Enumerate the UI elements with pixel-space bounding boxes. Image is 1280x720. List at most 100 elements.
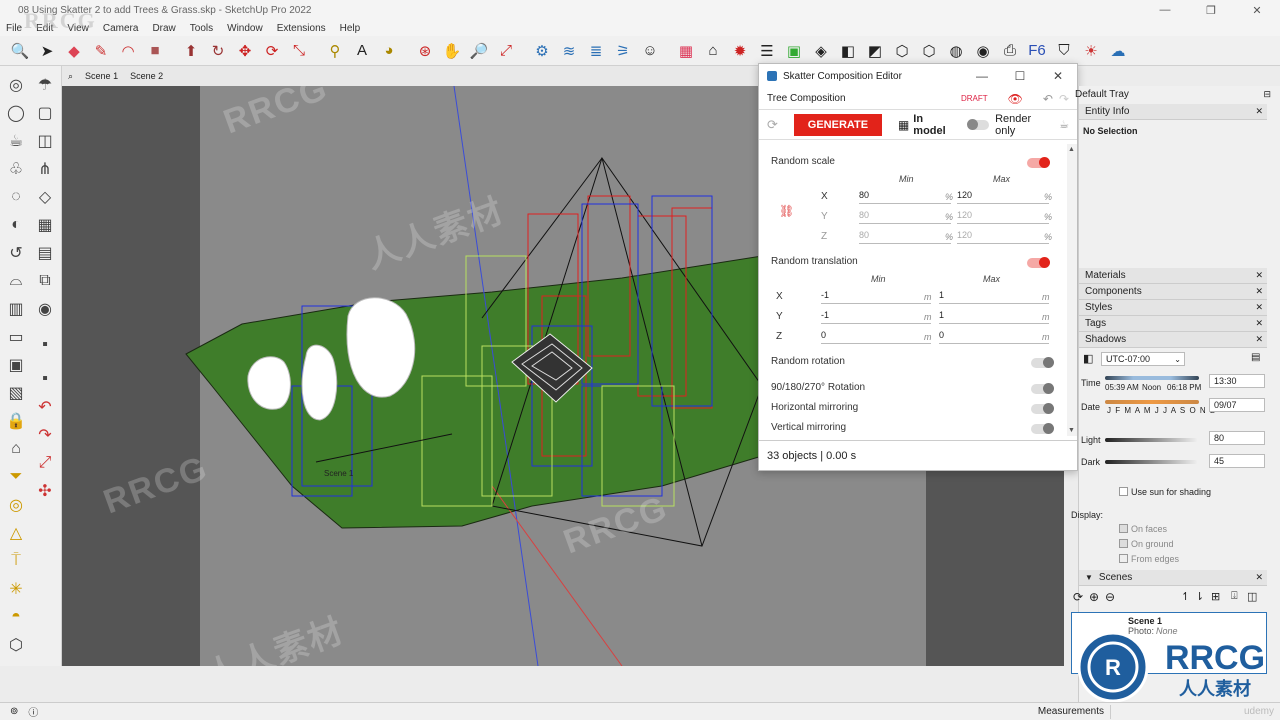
tape-measure-icon[interactable]: ⚲ bbox=[323, 39, 347, 63]
scale-y-min-field[interactable]: 80 bbox=[859, 210, 951, 224]
tree-icon[interactable]: ♧ bbox=[3, 156, 29, 182]
cone-icon[interactable]: △ bbox=[3, 520, 29, 546]
refresh-icon[interactable]: ↺ bbox=[3, 240, 29, 266]
translation-z-min-field[interactable]: 0 bbox=[821, 330, 931, 344]
tag-icon[interactable]: ◇ bbox=[32, 184, 58, 210]
paint-bucket-icon[interactable]: ◕ bbox=[377, 39, 401, 63]
zoom-extents-icon[interactable]: ⤢ bbox=[494, 39, 518, 63]
cube-icon[interactable]: ◫ bbox=[32, 128, 58, 154]
restore-button[interactable]: ❐ bbox=[1188, 4, 1234, 17]
time-slider[interactable] bbox=[1105, 376, 1199, 380]
menu-file[interactable]: File bbox=[6, 23, 22, 34]
grid-icon[interactable]: ▦ bbox=[32, 212, 58, 238]
pin-icon[interactable]: ⊟ bbox=[1263, 89, 1271, 100]
torus-icon[interactable]: ◌ bbox=[3, 184, 29, 210]
house-icon[interactable]: ⌂ bbox=[3, 436, 29, 462]
redo-arrow-icon[interactable]: ↷ bbox=[32, 422, 58, 448]
skatter-library-icon[interactable]: ≋ bbox=[557, 39, 581, 63]
warehouse-icon[interactable]: ⌂ bbox=[701, 39, 725, 63]
lamp-icon[interactable]: ⍑ bbox=[3, 548, 29, 574]
generate-button[interactable]: GENERATE bbox=[793, 113, 882, 136]
zoom-icon[interactable]: 🔎 bbox=[467, 39, 491, 63]
image-icon[interactable]: ▧ bbox=[3, 380, 29, 406]
component-icon[interactable]: ◈ bbox=[809, 39, 833, 63]
gem-icon[interactable]: ⬡ bbox=[3, 632, 29, 658]
group-icon[interactable]: ◧ bbox=[836, 39, 860, 63]
close-icon[interactable]: ✕ bbox=[1255, 572, 1263, 583]
search-icon[interactable]: ⌕ bbox=[62, 71, 79, 82]
color-picker-icon[interactable]: ▦ bbox=[674, 39, 698, 63]
tab-scene-1[interactable]: Scene 1 bbox=[79, 71, 124, 81]
translation-z-max-field[interactable]: 0 bbox=[939, 330, 1049, 344]
light-field[interactable]: 80 bbox=[1209, 431, 1265, 445]
update-scene-icon[interactable]: ⟳ bbox=[1073, 590, 1083, 604]
wireframe-icon[interactable]: ◍ bbox=[944, 39, 968, 63]
extension-icon[interactable]: ▣ bbox=[782, 39, 806, 63]
menu-camera[interactable]: Camera bbox=[103, 23, 139, 34]
funnel-icon[interactable]: ⏷ bbox=[3, 464, 29, 490]
scale-x-max-field[interactable]: 120 bbox=[957, 190, 1049, 204]
close-icon[interactable]: ✕ bbox=[1255, 286, 1263, 297]
gear-icon[interactable]: ✹ bbox=[728, 39, 752, 63]
use-sun-checkbox[interactable] bbox=[1119, 487, 1128, 496]
text-icon[interactable]: A bbox=[350, 39, 374, 63]
entity-info-header[interactable]: Entity Info ✕ bbox=[1079, 104, 1267, 120]
menu-help[interactable]: Help bbox=[340, 23, 361, 34]
geo-icon[interactable]: ⊚ bbox=[10, 706, 18, 717]
panel-icon[interactable]: ▭ bbox=[3, 324, 29, 350]
lasso-icon[interactable]: ◎ bbox=[3, 72, 29, 98]
shaded-icon[interactable]: ◉ bbox=[971, 39, 995, 63]
skatter-settings-icon[interactable]: ⚞ bbox=[611, 39, 635, 63]
minimize-icon[interactable]: — bbox=[963, 69, 1001, 83]
sphere-icon[interactable]: ◐ bbox=[3, 212, 29, 238]
move-up-icon[interactable]: ↿ bbox=[1181, 590, 1190, 603]
details-icon[interactable]: ⍗ bbox=[1231, 590, 1238, 603]
close-icon[interactable]: ✕ bbox=[1255, 318, 1263, 329]
sun-icon[interactable]: ☀ bbox=[1079, 39, 1103, 63]
render-only-label[interactable]: Render only bbox=[995, 113, 1053, 137]
add-scene-icon[interactable]: ⊕ bbox=[1089, 590, 1099, 604]
box-icon[interactable]: ▢ bbox=[32, 100, 58, 126]
pan-icon[interactable]: ✋ bbox=[440, 39, 464, 63]
outliner-icon[interactable]: ☰ bbox=[755, 39, 779, 63]
shield-icon[interactable]: ⛉ bbox=[1052, 39, 1076, 63]
info-icon[interactable]: ⓘ bbox=[28, 704, 38, 719]
scale-x-min-field[interactable]: 80 bbox=[859, 190, 951, 204]
shadows-header[interactable]: Shadows ✕ bbox=[1079, 332, 1267, 348]
scenes-header[interactable]: ▼ Scenes ✕ bbox=[1079, 570, 1267, 586]
iso-view-icon[interactable]: ⬡ bbox=[890, 39, 914, 63]
lock-icon[interactable]: 🔒 bbox=[3, 408, 29, 434]
link-icon[interactable]: ⛓ bbox=[779, 204, 794, 218]
date-slider[interactable] bbox=[1105, 400, 1199, 404]
layers-icon[interactable]: ▥ bbox=[3, 296, 29, 322]
terrain-icon[interactable]: ⌓ bbox=[3, 268, 29, 294]
compress-icon[interactable]: ✣ bbox=[32, 478, 58, 504]
scale-y-max-field[interactable]: 120 bbox=[957, 210, 1049, 224]
horizontal-mirroring-toggle[interactable] bbox=[1031, 403, 1054, 414]
components-header[interactable]: Components ✕ bbox=[1079, 284, 1267, 300]
dark-slider[interactable] bbox=[1105, 460, 1197, 464]
orbit-icon[interactable]: ⊛ bbox=[413, 39, 437, 63]
eraser-icon[interactable]: ◆ bbox=[62, 39, 86, 63]
account-icon[interactable]: ☺ bbox=[638, 39, 662, 63]
eye-icon[interactable]: ◉ bbox=[32, 296, 58, 322]
styles-header[interactable]: Styles ✕ bbox=[1079, 300, 1267, 316]
scale-icon[interactable]: ⤡ bbox=[287, 39, 311, 63]
vertical-mirroring-toggle[interactable] bbox=[1031, 423, 1054, 434]
close-icon[interactable]: ✕ bbox=[1255, 270, 1263, 281]
skatter-icon[interactable]: ⚙ bbox=[530, 39, 554, 63]
on-faces-checkbox[interactable] bbox=[1119, 524, 1128, 533]
maximize-icon[interactable]: ☐ bbox=[1001, 69, 1039, 83]
scale-z-max-field[interactable]: 120 bbox=[957, 230, 1049, 244]
close-icon[interactable]: ✕ bbox=[1255, 334, 1263, 345]
circle-icon[interactable]: ◎ bbox=[3, 492, 29, 518]
dark-field[interactable]: 45 bbox=[1209, 454, 1265, 468]
stack-icon[interactable]: ⧉ bbox=[32, 268, 58, 294]
settings-scrollbar[interactable]: ▲ ▼ bbox=[1067, 144, 1077, 436]
expand-icon[interactable]: ⤢ bbox=[32, 450, 58, 476]
redo-icon[interactable]: ↷ bbox=[1059, 92, 1069, 106]
undo-icon[interactable]: ↶ bbox=[1043, 92, 1053, 106]
composition-name[interactable]: Tree Composition bbox=[767, 93, 846, 104]
timezone-select[interactable]: UTC-07:00 ⌄ bbox=[1101, 352, 1185, 366]
rotation-90-toggle[interactable] bbox=[1031, 383, 1054, 394]
